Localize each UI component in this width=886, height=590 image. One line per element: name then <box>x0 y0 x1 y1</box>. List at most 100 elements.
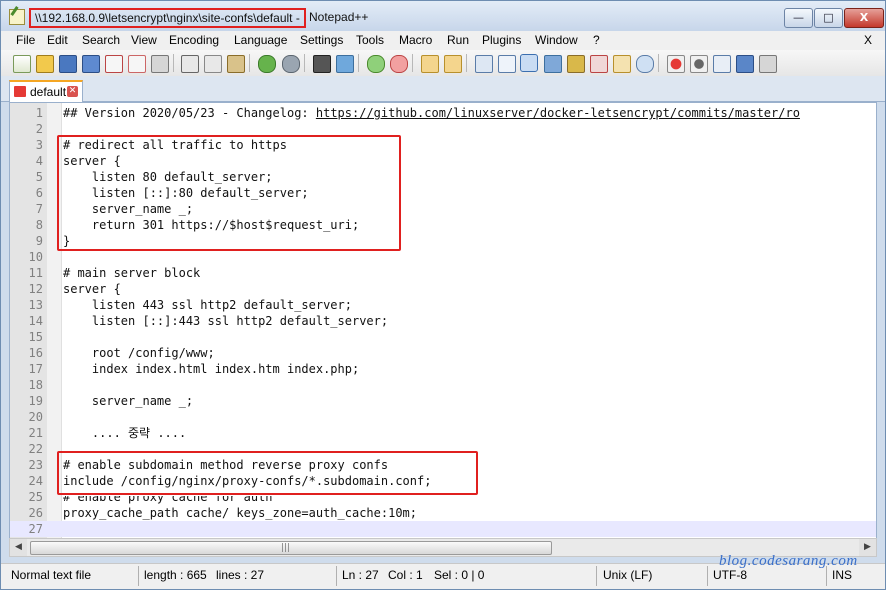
menu-view[interactable]: View <box>131 33 157 47</box>
code-editor[interactable]: 1 ## Version 2020/05/23 - Changelog: htt… <box>9 102 877 539</box>
function-list-icon[interactable] <box>567 55 585 73</box>
line-number: 21 <box>28 426 43 440</box>
paste-icon[interactable] <box>227 55 245 73</box>
code-line: 11 # main server block <box>10 265 876 281</box>
menu-edit[interactable]: Edit <box>47 33 68 47</box>
code-line: 14 listen [::]:443 ssl http2 default_ser… <box>10 313 876 329</box>
status-encoding: UTF-8 <box>713 568 747 582</box>
eye-icon[interactable] <box>636 55 654 73</box>
tab-label: default <box>30 85 67 99</box>
close-document-button[interactable]: X <box>864 33 872 47</box>
menu-plugins[interactable]: Plugins <box>482 33 521 47</box>
new-file-icon[interactable] <box>13 55 31 73</box>
tab-bar: default ✕ <box>1 76 885 103</box>
line-number: 25 <box>28 490 43 504</box>
status-col: Col : 1 <box>388 568 423 582</box>
line-number: 24 <box>28 474 43 488</box>
menu-help[interactable]: ? <box>593 33 600 47</box>
save-all-icon[interactable] <box>82 55 100 73</box>
monitoring-icon[interactable] <box>613 55 631 73</box>
status-sel: Sel : 0 | 0 <box>434 568 485 582</box>
code-line: 12 server { <box>10 281 876 297</box>
menu-macro[interactable]: Macro <box>399 33 432 47</box>
tab-default[interactable]: default ✕ <box>9 80 83 103</box>
toolbar-separator <box>358 54 359 72</box>
close-file-icon[interactable] <box>105 55 123 73</box>
indent-guide-icon[interactable] <box>520 54 538 72</box>
status-divider <box>707 566 708 586</box>
code-text: root /config/www; <box>63 346 215 360</box>
undo-icon[interactable] <box>258 55 276 73</box>
scroll-right-icon[interactable]: ▶ <box>859 539 876 556</box>
line-number: 23 <box>28 458 43 472</box>
subdomain-include-highlight <box>57 451 478 495</box>
changelog-link[interactable]: https://github.com/linuxserver/docker-le… <box>316 106 800 120</box>
code-line: 16 root /config/www; <box>10 345 876 361</box>
toolbar-separator <box>466 54 467 72</box>
menu-search[interactable]: Search <box>82 33 120 47</box>
menu-file[interactable]: File <box>16 33 35 47</box>
line-number: 19 <box>28 394 43 408</box>
doc-map-icon[interactable] <box>544 55 562 73</box>
status-file-type: Normal text file <box>11 568 92 582</box>
print-icon[interactable] <box>151 55 169 73</box>
scroll-thumb[interactable]: ||| <box>30 541 552 555</box>
code-text: # main server block <box>63 266 201 280</box>
play-macro-icon[interactable] <box>713 55 731 73</box>
line-number: 9 <box>35 234 43 248</box>
code-line: 20 <box>10 409 876 425</box>
folder-workspace-icon[interactable] <box>590 55 608 73</box>
maximize-button[interactable]: □ <box>814 8 843 28</box>
zoom-out-icon[interactable] <box>390 55 408 73</box>
line-number: 2 <box>35 122 43 136</box>
menu-encoding[interactable]: Encoding <box>169 33 219 47</box>
replace-icon[interactable] <box>336 55 354 73</box>
cut-icon[interactable] <box>181 55 199 73</box>
code-text: proxy_cache_path cache/ keys_zone=auth_c… <box>63 506 418 520</box>
status-divider <box>138 566 139 586</box>
code-text: server { <box>63 282 121 296</box>
line-number: 12 <box>28 282 43 296</box>
scroll-grip-icon: ||| <box>281 543 291 553</box>
code-text: listen [::]:443 ssl http2 default_server… <box>63 314 389 328</box>
line-number: 5 <box>35 170 43 184</box>
status-length: length : 665 <box>144 568 207 582</box>
code-line: 18 <box>10 377 876 393</box>
status-lines: lines : 27 <box>216 568 265 582</box>
code-text: listen 443 ssl http2 default_server; <box>63 298 352 312</box>
scroll-left-icon[interactable]: ◀ <box>10 539 27 556</box>
unsaved-file-icon <box>14 86 26 97</box>
close-window-button[interactable]: X <box>844 8 884 28</box>
line-number: 20 <box>28 410 43 424</box>
toolbar-separator <box>173 54 174 72</box>
sync-vertical-icon[interactable] <box>421 55 439 73</box>
menu-run[interactable]: Run <box>447 33 469 47</box>
save-icon[interactable] <box>59 55 77 73</box>
line-number: 26 <box>28 506 43 520</box>
menu-settings[interactable]: Settings <box>300 33 343 47</box>
sync-horizontal-icon[interactable] <box>444 55 462 73</box>
redo-icon[interactable] <box>282 55 300 73</box>
menu-language[interactable]: Language <box>234 33 287 47</box>
show-all-chars-icon[interactable] <box>498 55 516 73</box>
title-app-name: Notepad++ <box>309 10 369 24</box>
title-file-path: \\192.168.0.9\letsencrypt\nginx\site-con… <box>29 8 306 28</box>
line-number: 13 <box>28 298 43 312</box>
line-number: 8 <box>35 218 43 232</box>
minimize-button[interactable]: — <box>784 8 813 28</box>
copy-icon[interactable] <box>204 55 222 73</box>
run-macro-multiple-icon[interactable] <box>736 55 754 73</box>
tab-close-icon[interactable]: ✕ <box>67 86 78 97</box>
open-file-icon[interactable] <box>36 55 54 73</box>
close-all-icon[interactable] <box>128 55 146 73</box>
find-icon[interactable] <box>313 55 331 73</box>
menu-window[interactable]: Window <box>535 33 578 47</box>
code-text: .... 중략 .... <box>63 426 187 440</box>
record-macro-icon[interactable] <box>667 55 685 73</box>
zoom-in-icon[interactable] <box>367 55 385 73</box>
stop-macro-icon[interactable] <box>690 55 708 73</box>
word-wrap-icon[interactable] <box>475 55 493 73</box>
menu-tools[interactable]: Tools <box>356 33 384 47</box>
code-line: 21 .... 중략 .... <box>10 425 876 441</box>
save-macro-icon[interactable] <box>759 55 777 73</box>
